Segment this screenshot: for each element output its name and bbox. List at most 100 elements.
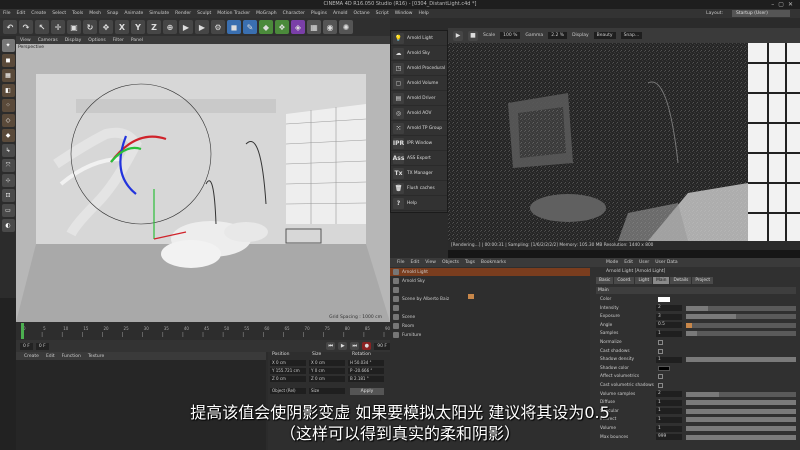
tweak-mode-icon[interactable]: ⤧ [1,159,15,172]
ipr-scale-field[interactable]: 100 % [500,32,521,39]
rotation-p-field[interactable]: P -20.666 ° [348,368,384,374]
attr-menu-user-data[interactable]: User Data [655,260,677,265]
coord-system-icon[interactable]: ⊕ [163,20,177,34]
attribute-slider[interactable] [686,305,796,311]
menu-render[interactable]: Render [175,11,191,16]
coord-mode-dropdown[interactable]: Object (Rel) [270,388,306,394]
ipr-snapshot-button[interactable]: Snap... [620,32,643,39]
model-mode-icon[interactable]: ◼ [1,54,15,67]
light-icon[interactable]: ✺ [339,20,353,34]
attribute-checkbox[interactable] [658,383,663,388]
object-row[interactable] [390,286,590,294]
timeline-start-field[interactable]: 0 F [20,342,33,350]
material-menu-create[interactable]: Create [24,354,39,359]
attr-menu-user[interactable]: User [639,260,649,265]
recent-tool-icon[interactable]: ✥ [99,20,113,34]
y-axis-icon[interactable]: Y [131,20,145,34]
go-start-icon[interactable]: ⏮ [326,342,336,350]
edges-mode-icon[interactable]: ◇ [1,114,15,127]
menu-help[interactable]: Help [418,11,428,16]
menu-file[interactable]: File [3,11,11,16]
texture-mode-icon[interactable]: ▦ [1,69,15,82]
size-y-field[interactable]: Y 0 cm [309,368,345,374]
undo-icon[interactable]: ↶ [3,20,17,34]
material-menu-texture[interactable]: Texture [88,354,104,359]
viewport-menu-panel[interactable]: Panel [131,38,143,43]
perspective-viewport[interactable]: Perspective Grid Spacing : 1000 cm [16,44,390,322]
record-icon[interactable]: ● [362,342,372,350]
timeline-current-field[interactable]: 0 F [35,342,49,350]
soft-selection-icon[interactable]: ◐ [1,219,15,232]
attribute-value-field[interactable]: 2 [656,391,682,398]
object-row[interactable]: Scene [390,313,590,321]
object-menu-file[interactable]: File [397,260,405,265]
rotate-icon[interactable]: ↻ [83,20,97,34]
arnold-menu-item[interactable]: 💡 Arnold Light [391,31,447,46]
rotation-h-field[interactable]: H 50.034 ° [348,360,384,366]
menu-window[interactable]: Window [395,11,413,16]
object-menu-view[interactable]: View [425,260,436,265]
points-mode-icon[interactable]: ⁘ [1,99,15,112]
viewport-menu-filter[interactable]: Filter [113,38,124,43]
viewport-menu-cameras[interactable]: Cameras [38,38,58,43]
color-swatch[interactable] [658,297,670,302]
object-row[interactable] [390,304,590,312]
z-axis-icon[interactable]: Z [147,20,161,34]
menu-mesh[interactable]: Mesh [89,11,101,16]
axis-mode-icon[interactable]: ↳ [1,144,15,157]
object-row[interactable]: Arnold Sky [390,277,590,285]
render-view-icon[interactable]: ▶ [179,20,193,34]
subdivision-icon[interactable]: ◆ [259,20,273,34]
menu-sculpt[interactable]: Sculpt [197,11,211,16]
attribute-slider[interactable] [686,322,796,328]
arnold-menu-item[interactable]: 🗑 Flush caches [391,181,447,196]
object-row[interactable]: Scene by Alberto Baiz [390,295,590,303]
redo-icon[interactable]: ↷ [19,20,33,34]
menu-mograph[interactable]: MoGraph [256,11,276,16]
tab-details[interactable]: Details [670,277,692,284]
menu-edit[interactable]: Edit [17,11,26,16]
attribute-slider[interactable] [686,391,796,397]
rotation-b-field[interactable]: B 2.181 ° [348,376,384,382]
apply-button[interactable]: Apply [350,388,384,395]
arnold-menu-item[interactable]: ▢ Arnold Volume [391,76,447,91]
position-y-field[interactable]: Y 155.721 cm [270,368,306,374]
window-controls[interactable]: –▢✕ [771,0,797,9]
snap-icon[interactable]: ⊹ [1,174,15,187]
menu-snap[interactable]: Snap [107,11,118,16]
tab-coord[interactable]: Coord. [614,277,635,284]
play-icon[interactable]: ▶ [338,342,348,350]
cube-icon[interactable]: ◼ [227,20,241,34]
object-row[interactable]: Furniture [390,331,590,339]
attribute-value-field[interactable]: 0.5 [656,322,682,329]
object-menu-tags[interactable]: Tags [465,260,475,265]
planar-workplane-icon[interactable]: ▭ [1,204,15,217]
pen-icon[interactable]: ✎ [243,20,257,34]
attribute-checkbox[interactable] [658,374,663,380]
array-icon[interactable]: ❖ [275,20,289,34]
timeline[interactable]: 0 5 10 15 20 25 30 35 40 45 50 55 60 65 70 75 80 85 90 [16,322,391,340]
arnold-menu-item[interactable]: ☁ Arnold Sky [391,46,447,61]
attr-menu-mode[interactable]: Mode [606,260,618,265]
go-end-icon[interactable]: ⏭ [350,342,360,350]
ipr-render-image[interactable] [448,43,800,270]
arnold-menu-item[interactable]: Ass ASS Export [391,151,447,166]
object-row[interactable]: Arnold Light [390,268,590,276]
attribute-slider[interactable] [686,314,796,320]
menu-create[interactable]: Create [31,11,46,16]
layout-dropdown[interactable]: Startup (User) [732,10,790,17]
move-icon[interactable]: ✛ [51,20,65,34]
attribute-slider[interactable] [686,331,796,337]
attribute-checkbox[interactable] [658,348,663,354]
arnold-menu-item[interactable]: IPR IPR Window [391,136,447,151]
attribute-value-field[interactable]: 2 [656,305,682,312]
tab-basic[interactable]: Basic [596,277,614,284]
arnold-menu-item[interactable]: ◳ Arnold Procedural [391,61,447,76]
shadow-color-swatch[interactable] [658,365,670,371]
material-menu-edit[interactable]: Edit [46,354,55,359]
render-settings-icon[interactable]: ⚙ [211,20,225,34]
scale-icon[interactable]: ▣ [67,20,81,34]
viewport-menu-options[interactable]: Options [88,38,105,43]
ipr-display-dropdown[interactable]: Beauty [593,32,616,39]
attribute-slider[interactable] [686,357,796,363]
